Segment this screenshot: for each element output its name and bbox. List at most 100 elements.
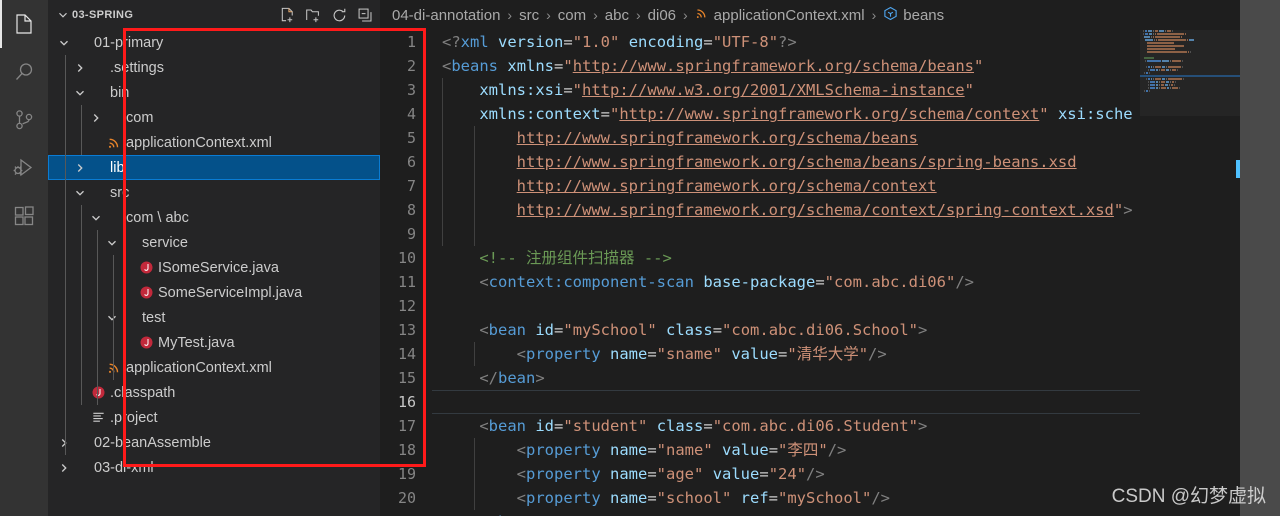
tree-item-bin[interactable]: bin	[48, 80, 380, 105]
code-token: "	[610, 105, 620, 123]
activity-item-run-and-debug[interactable]	[0, 144, 48, 192]
minimap-slider[interactable]	[1140, 30, 1240, 116]
code-token: bean	[488, 417, 526, 435]
code-token: "com.abc.di06"	[824, 273, 956, 291]
code-token: <	[442, 57, 452, 75]
new-file-icon[interactable]	[279, 7, 296, 24]
activity-item-source-control[interactable]	[0, 96, 48, 144]
indent-guide	[113, 255, 114, 380]
java-file-icon	[136, 285, 156, 300]
tree-item-label: applicationContext.xml	[126, 134, 272, 151]
tree-item-01-primary[interactable]: 01-primary	[48, 30, 380, 55]
search-icon	[12, 60, 36, 84]
tree-item-label: applicationContext.xml	[126, 359, 272, 376]
code-token: =	[563, 81, 573, 99]
tree-item-label: 01-primary	[94, 34, 164, 51]
chevron-right-icon	[72, 161, 88, 175]
code-token: value	[731, 345, 779, 363]
code-token: bean	[498, 369, 536, 387]
breadcrumb-item-label: di06	[647, 6, 676, 24]
breadcrumb[interactable]: 04-di-annotation › src › com › abc › di06 › applic…	[380, 0, 1280, 30]
activity-item-extensions[interactable]	[0, 192, 48, 240]
code-token: =	[703, 417, 713, 435]
line-number: 4	[406, 105, 416, 123]
file-tree[interactable]: 01-primary .settings bin com applicationCont…	[48, 30, 380, 516]
tree-item-com[interactable]: com	[48, 105, 380, 130]
code-token: bean	[488, 321, 526, 339]
tree-item-label: .settings	[110, 59, 164, 76]
tree-item-lib[interactable]: lib	[48, 155, 380, 180]
tree-item-project[interactable]: .project	[48, 405, 380, 430]
tree-item-label: bin	[110, 84, 130, 101]
chevron-down-icon	[72, 186, 88, 200]
code-token: name	[610, 465, 648, 483]
tree-item-settings[interactable]: .settings	[48, 55, 380, 80]
code-token: http://www.springframework.org/schema/be…	[572, 57, 974, 75]
new-folder-icon[interactable]	[305, 7, 322, 24]
activity-item-explorer[interactable]	[0, 0, 48, 48]
breadcrumb-item-beans[interactable]: beans	[881, 6, 946, 25]
tree-item-label: 03-di-xml	[94, 459, 154, 476]
chevron-down-icon	[72, 86, 88, 100]
code-token: xml	[460, 33, 489, 51]
chevron-down-icon	[104, 236, 120, 250]
code-token: "1.0"	[572, 33, 620, 51]
chevron-right-icon	[56, 436, 72, 450]
code-token: context:component-scan	[488, 273, 694, 291]
breadcrumb-item-04-di-annotation[interactable]: 04-di-annotation	[390, 7, 502, 24]
tree-item-label: src	[110, 184, 130, 201]
collapse-all-icon[interactable]	[357, 7, 374, 24]
line-number: 12	[397, 297, 416, 315]
code-token: "mySchool"	[563, 321, 657, 339]
tree-item-applicationcontext-xml[interactable]: applicationContext.xml	[48, 130, 380, 155]
chevron-down-icon	[104, 311, 120, 325]
tree-item-label: 02-beanAssemble	[94, 434, 211, 451]
code-token: "sname"	[656, 345, 722, 363]
minimap-current-line	[1140, 75, 1240, 77]
editor-vertical-scrollbar-marker[interactable]	[1236, 160, 1240, 178]
code-token: http://www.springframework.org/schema/co…	[516, 201, 1114, 219]
breadcrumb-item-abc[interactable]: abc	[603, 7, 631, 24]
tree-item-label: SomeServiceImpl.java	[158, 284, 303, 301]
breadcrumb-item-src[interactable]: src	[517, 7, 541, 24]
breadcrumb-item-label: com	[557, 6, 587, 24]
indent-guide	[81, 105, 82, 155]
breadcrumb-item-di06[interactable]: di06	[646, 7, 678, 24]
code-token: "com.abc.di06.Student"	[712, 417, 919, 435]
breadcrumb-item-com[interactable]: com	[556, 7, 588, 24]
vscode-window: 03-SPRING 01-primary .settings bin com a…	[0, 0, 1280, 516]
activity-item-search[interactable]	[0, 48, 48, 96]
tree-item-02-beanassemble[interactable]: 02-beanAssemble	[48, 430, 380, 455]
code-token: "24"	[768, 465, 807, 483]
code-token: http://www.springframework.org/schema/be…	[516, 129, 918, 147]
tree-item-label: test	[142, 309, 166, 326]
line-number: 2	[406, 57, 416, 75]
tree-item-label: com \ abc	[126, 209, 189, 226]
minimap[interactable]	[1140, 30, 1240, 516]
java-file-icon	[136, 260, 156, 275]
line-number: 14	[397, 345, 416, 363]
breadcrumb-item-label: beans	[903, 6, 945, 24]
line-number: 15	[397, 369, 416, 387]
code-token: http://www.springframework.org/schema/be…	[516, 153, 1077, 171]
tree-item-03-di-xml[interactable]: 03-di-xml	[48, 455, 380, 480]
breadcrumb-separator-icon: ›	[593, 7, 598, 23]
code-token: =	[759, 465, 769, 483]
code-token: ?>	[778, 33, 797, 51]
tree-item-com-abc[interactable]: com \ abc	[48, 205, 380, 230]
refresh-icon[interactable]	[331, 7, 348, 24]
code-token: =	[647, 441, 657, 459]
explorer-folder-header[interactable]: 03-SPRING	[48, 0, 380, 30]
activity-bar	[0, 0, 48, 516]
breadcrumb-item-applicationcontext-xml[interactable]: applicationContext.xml	[693, 6, 867, 24]
tree-item-src[interactable]: src	[48, 180, 380, 205]
tree-item-label: service	[142, 234, 188, 251]
